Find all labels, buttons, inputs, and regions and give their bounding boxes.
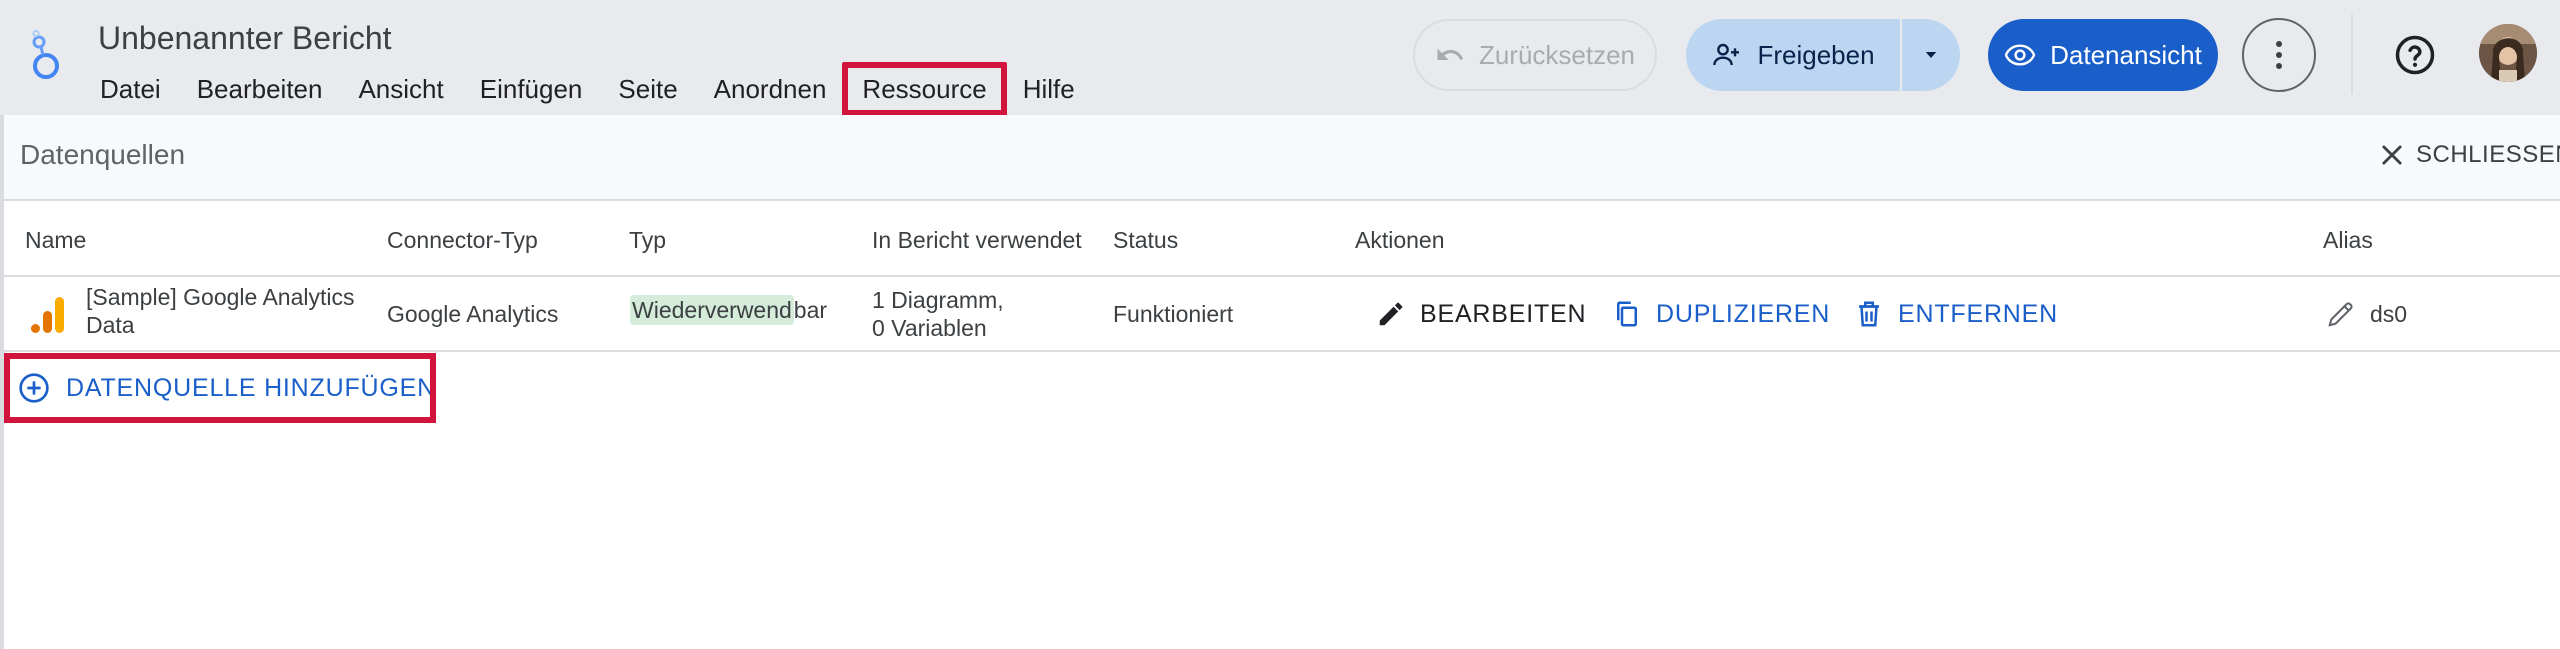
- alias-value: ds0: [2370, 300, 2408, 327]
- menu-item-hilfe[interactable]: Hilfe: [1005, 64, 1093, 114]
- copy-icon: [1617, 301, 1637, 327]
- help-circle-icon: [2395, 35, 2435, 75]
- used-in-report-line1: 1 Diagramm,: [872, 287, 1004, 313]
- caret-down-icon: [1925, 52, 1937, 58]
- connector-type-cell: Google Analytics: [387, 301, 559, 327]
- duplicate-button-label: DUPLIZIEREN: [1656, 299, 1831, 328]
- person-add-icon: [1713, 43, 1740, 66]
- looker-studio-logo-icon[interactable]: [26, 30, 66, 82]
- type-badge-highlight: Wiederverwend: [630, 295, 794, 325]
- close-panel-label: SCHLIESSEN: [2416, 141, 2560, 168]
- menu-item-einfuegen[interactable]: Einfügen: [462, 64, 601, 114]
- duplicate-button[interactable]: DUPLIZIEREN: [1612, 291, 1830, 337]
- share-button-label: Freigeben: [1757, 39, 1875, 70]
- column-header-actions: Aktionen: [1355, 227, 1445, 253]
- more-options-button[interactable]: [2242, 18, 2316, 92]
- data-view-button[interactable]: Datenansicht: [1988, 19, 2218, 91]
- column-header-type: Typ: [629, 227, 667, 253]
- data-source-name-line2: Data: [86, 312, 135, 338]
- menu-item-seite[interactable]: Seite: [600, 64, 695, 114]
- edit-button[interactable]: BEARBEITEN: [1376, 291, 1586, 337]
- remove-button[interactable]: ENTFERNEN: [1854, 291, 2058, 337]
- google-analytics-icon: [31, 297, 64, 333]
- reset-button[interactable]: Zurücksetzen: [1413, 19, 1657, 91]
- column-header-used-in-report: In Bericht verwendet: [872, 227, 1082, 253]
- alias-edit[interactable]: ds0: [2326, 291, 2407, 337]
- menu-item-ressource[interactable]: Ressource: [842, 62, 1007, 116]
- close-panel-button[interactable]: SCHLIESSEN: [2378, 141, 2560, 169]
- share-button[interactable]: Freigeben: [1686, 19, 1900, 91]
- menu-item-bearbeiten[interactable]: Bearbeiten: [179, 64, 341, 114]
- column-header-name: Name: [25, 227, 87, 253]
- column-header-alias: Alias: [2323, 227, 2373, 253]
- app-header: Unbenannter Bericht Datei Bearbeiten Ans…: [0, 0, 2560, 116]
- pencil-outline-icon: [2328, 302, 2353, 327]
- column-header-connector: Connector-Typ: [387, 227, 538, 253]
- status-cell: Funktioniert: [1113, 301, 1234, 327]
- used-in-report-cell: 1 Diagramm, 0 Variablen: [872, 286, 1004, 342]
- report-title[interactable]: Unbenannter Bericht: [98, 20, 392, 57]
- panel-title: Datenquellen: [20, 139, 186, 170]
- table-header: Name Connector-Typ Typ In Bericht verwen…: [4, 203, 2560, 277]
- menu-bar: Datei Bearbeiten Ansicht Einfügen Seite …: [82, 62, 1093, 116]
- table-row: [Sample] Google Analytics Data Google An…: [4, 277, 2560, 352]
- pencil-icon: [1379, 302, 1403, 326]
- undo-icon: [1437, 48, 1464, 60]
- help-button[interactable]: [2392, 32, 2438, 78]
- type-badge: Wiederverwendbar: [630, 295, 828, 325]
- add-circle-icon: [19, 373, 49, 403]
- data-view-button-label: Datenansicht: [2050, 39, 2202, 70]
- user-photo-icon: [2479, 24, 2537, 82]
- more-vert-icon: [2276, 41, 2282, 69]
- menu-item-datei[interactable]: Datei: [82, 64, 179, 114]
- menu-item-anordnen[interactable]: Anordnen: [696, 64, 845, 114]
- edit-button-label: BEARBEITEN: [1420, 299, 1587, 328]
- header-separator: [2351, 14, 2353, 94]
- eye-icon: [2004, 44, 2036, 66]
- menu-item-ansicht[interactable]: Ansicht: [340, 64, 461, 114]
- data-sources-panel-header: Datenquellen SCHLIESSEN: [4, 115, 2560, 201]
- type-badge-rest: bar: [793, 297, 828, 323]
- remove-button-label: ENTFERNEN: [1898, 299, 2058, 328]
- close-icon: [2382, 145, 2402, 165]
- used-in-report-line2: 0 Variablen: [872, 315, 987, 341]
- data-source-name-line1: [Sample] Google Analytics: [86, 284, 355, 310]
- reset-button-label: Zurücksetzen: [1478, 39, 1636, 70]
- add-data-source-label: DATENQUELLE HINZUFÜGEN: [66, 373, 436, 402]
- column-header-status: Status: [1113, 227, 1179, 253]
- trash-icon: [1859, 301, 1879, 327]
- avatar[interactable]: [2479, 24, 2537, 82]
- add-data-source-button[interactable]: DATENQUELLE HINZUFÜGEN: [4, 353, 436, 423]
- data-source-name[interactable]: [Sample] Google Analytics Data: [86, 283, 354, 339]
- share-dropdown-button[interactable]: [1902, 19, 1960, 91]
